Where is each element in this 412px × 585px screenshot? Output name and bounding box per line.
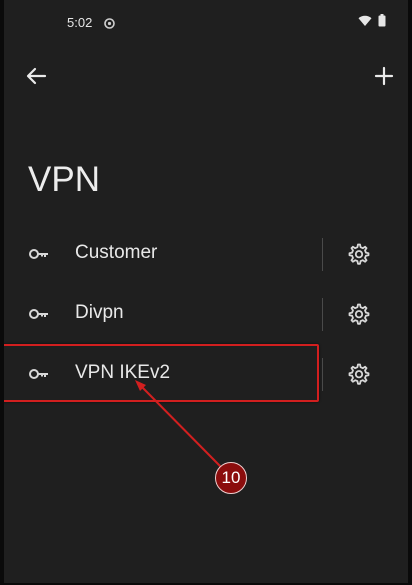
notification-icon bbox=[104, 16, 115, 34]
status-bar: 5:02 bbox=[4, 0, 408, 46]
vpn-item-customer[interactable]: Customer bbox=[4, 225, 408, 285]
vpn-item-label: Divpn bbox=[75, 302, 124, 323]
status-icons bbox=[358, 14, 386, 32]
annotation-highlight-box bbox=[4, 344, 319, 402]
key-icon bbox=[28, 303, 50, 325]
battery-icon bbox=[378, 14, 386, 32]
vpn-item-label: Customer bbox=[75, 242, 158, 263]
wifi-icon bbox=[358, 14, 372, 32]
add-vpn-button[interactable] bbox=[368, 60, 400, 92]
page-title: VPN bbox=[28, 160, 100, 199]
plus-icon bbox=[374, 66, 394, 86]
gear-icon[interactable] bbox=[346, 362, 370, 386]
row-divider bbox=[322, 298, 323, 331]
gear-icon[interactable] bbox=[346, 302, 370, 326]
back-button[interactable] bbox=[20, 60, 52, 92]
gear-icon[interactable] bbox=[346, 242, 370, 266]
status-time: 5:02 bbox=[67, 15, 93, 30]
android-screen: 5:02 VPN Customer Divpn VPN IKEv2 10 bbox=[4, 0, 408, 583]
row-divider bbox=[322, 358, 323, 391]
arrow-left-icon bbox=[26, 67, 47, 85]
vpn-item-divpn[interactable]: Divpn bbox=[4, 285, 408, 345]
step-badge: 10 bbox=[215, 462, 247, 494]
key-icon bbox=[28, 243, 50, 265]
row-divider bbox=[322, 238, 323, 271]
